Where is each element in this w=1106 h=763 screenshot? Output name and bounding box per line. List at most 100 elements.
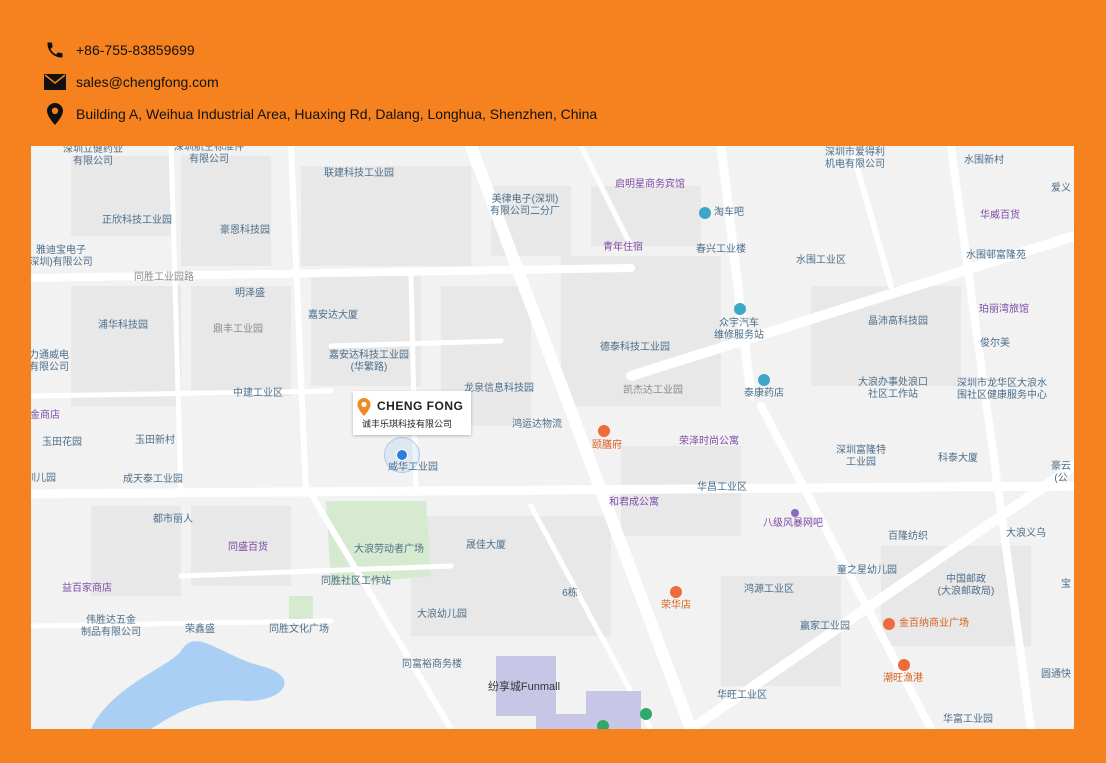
- map-label[interactable]: 德泰科技工业园: [600, 342, 670, 354]
- map-label[interactable]: 豪云 (公: [1051, 461, 1071, 485]
- map-label[interactable]: 同胜社区工作站: [321, 576, 391, 588]
- map-label[interactable]: 深圳立健药业 有限公司: [63, 146, 123, 168]
- map-label[interactable]: 百隆纺织: [888, 531, 928, 543]
- map-label[interactable]: 荣华店: [661, 600, 691, 612]
- map-label[interactable]: 雅迪宝电子 深圳)有限公司: [31, 245, 93, 269]
- store-icon[interactable]: [670, 586, 682, 598]
- map-label[interactable]: 嘉安达大厦: [308, 310, 358, 322]
- map-label[interactable]: 鸿运达物流: [512, 419, 562, 431]
- map-label[interactable]: 荣泽时尚公寓: [679, 436, 739, 448]
- company-marker-card[interactable]: CHENG FONG 诚丰乐琪科技有限公司: [353, 391, 471, 435]
- street-address: Building A, Weihua Industrial Area, Huax…: [76, 106, 598, 122]
- map-label[interactable]: 晶沛高科技园: [868, 316, 928, 328]
- map-label[interactable]: 春兴工业楼: [696, 244, 746, 256]
- lake: [91, 641, 285, 729]
- map-label[interactable]: 大浪义乌: [1006, 528, 1046, 540]
- map-label[interactable]: 伟胜达五金 制品有限公司: [81, 615, 141, 639]
- map-label[interactable]: 青年住宿: [603, 242, 643, 254]
- map-label[interactable]: 凯杰达工业园: [623, 385, 683, 397]
- map-label[interactable]: 深圳富隆特 工业园: [836, 445, 886, 469]
- map-label[interactable]: 同富裕商务楼: [402, 659, 462, 671]
- map-label[interactable]: 深圳市爱得利 机电有限公司: [825, 147, 885, 171]
- map-label[interactable]: 水围工业区: [796, 255, 846, 267]
- map-label[interactable]: 华威百货: [980, 210, 1020, 222]
- map-label[interactable]: 玉田花园: [42, 437, 82, 449]
- map-label[interactable]: 豪恩科技园: [220, 225, 270, 237]
- map-label[interactable]: 益百家商店: [62, 583, 112, 595]
- map-label[interactable]: 晟佳大厦: [466, 540, 506, 552]
- map-label[interactable]: 美律电子(深圳) 有限公司二分厂: [490, 194, 560, 218]
- map-label[interactable]: 深圳市龙华区大浪水 围社区健康服务中心: [957, 378, 1047, 402]
- mall-entrance-icon-2[interactable]: [597, 720, 609, 729]
- map-label[interactable]: 都市丽人: [153, 514, 193, 526]
- map-label[interactable]: 中建工业区: [233, 388, 283, 400]
- internet-cafe-icon[interactable]: [791, 509, 799, 517]
- map-label[interactable]: 同盛百货: [228, 542, 268, 554]
- map-label[interactable]: 童之星幼儿园: [837, 565, 897, 577]
- map-label[interactable]: 鼎丰工业园: [213, 324, 263, 336]
- address-row: Building A, Weihua Industrial Area, Huax…: [44, 98, 597, 130]
- map-label[interactable]: 荣鑫盛: [185, 624, 215, 636]
- phone-number[interactable]: +86-755-83859699: [76, 42, 195, 58]
- map-label[interactable]: 嘉安达科技工业园 (华繁路): [329, 350, 409, 374]
- map-label[interactable]: 潮旺渔港: [883, 673, 923, 685]
- map-label[interactable]: 华富工业园: [943, 714, 993, 726]
- map-base: [31, 146, 1074, 729]
- map-label[interactable]: 宝: [1061, 579, 1071, 591]
- marker-company-name: 诚丰乐琪科技有限公司: [362, 419, 453, 429]
- restaurant-icon[interactable]: [598, 425, 610, 437]
- map-label[interactable]: 众宇汽车 维修服务站: [714, 318, 764, 342]
- current-location-dot[interactable]: [396, 449, 408, 461]
- contact-info: +86-755-83859699 sales@chengfong.com Bui…: [44, 34, 597, 130]
- map-label[interactable]: 同胜文化广场: [269, 624, 329, 636]
- email-address[interactable]: sales@chengfong.com: [76, 74, 219, 90]
- map-label[interactable]: 金商店: [31, 410, 60, 422]
- car-repair-icon[interactable]: [734, 303, 746, 315]
- shopping-icon[interactable]: [883, 618, 895, 630]
- map-label[interactable]: 赢家工业园: [800, 621, 850, 633]
- map-label[interactable]: 力通威电 有限公司: [31, 350, 69, 374]
- map-label[interactable]: 深圳航空标准件 有限公司: [174, 146, 244, 166]
- location-map[interactable]: 深圳立健药业 有限公司 深圳航空标准件 有限公司联建科技工业园美律电子(深圳) 有限公司…: [31, 146, 1074, 729]
- car-service-icon[interactable]: [699, 207, 711, 219]
- map-label[interactable]: 科泰大厦: [938, 453, 978, 465]
- map-label[interactable]: 俊尔美: [980, 338, 1010, 350]
- map-label[interactable]: 联建科技工业园: [324, 168, 394, 180]
- seafood-restaurant-icon[interactable]: [898, 659, 910, 671]
- email-row[interactable]: sales@chengfong.com: [44, 66, 597, 98]
- map-label[interactable]: 水围新村: [964, 155, 1004, 167]
- map-label[interactable]: 训儿园: [31, 473, 56, 485]
- map-label[interactable]: 水围邨富隆苑: [966, 250, 1026, 262]
- map-label[interactable]: 大浪幼儿园: [417, 609, 467, 621]
- marker-brand: CHENG FONG: [377, 399, 464, 413]
- map-label[interactable]: 玉田新村: [135, 435, 175, 447]
- map-label[interactable]: 珀丽湾旅馆: [979, 304, 1029, 316]
- map-label[interactable]: 华昌工业区: [697, 482, 747, 494]
- map-label[interactable]: 大浪办事处浪口 社区工作站: [858, 377, 928, 401]
- pharmacy-icon[interactable]: [758, 374, 770, 386]
- map-label[interactable]: 圆通快: [1041, 669, 1071, 681]
- mall-entrance-icon[interactable]: [640, 708, 652, 720]
- map-label[interactable]: 颐膳府: [592, 440, 622, 452]
- map-label[interactable]: 和君成公寓: [609, 497, 659, 509]
- map-label[interactable]: 大浪劳动者广场: [354, 544, 424, 556]
- map-label[interactable]: 淘车吧: [714, 207, 744, 219]
- map-label[interactable]: 成天泰工业园: [123, 474, 183, 486]
- map-label[interactable]: 6栋: [562, 588, 578, 600]
- map-label[interactable]: 泰康药店: [744, 388, 784, 400]
- phone-row[interactable]: +86-755-83859699: [44, 34, 597, 66]
- map-label[interactable]: 金百纳商业广场: [899, 618, 969, 630]
- map-label[interactable]: 龙泉信息科技园: [464, 383, 534, 395]
- map-label[interactable]: 纷享城Funmall: [488, 681, 560, 693]
- map-label[interactable]: 正欣科技工业园: [102, 215, 172, 227]
- map-label[interactable]: 八级风暴网吧: [763, 518, 823, 530]
- map-label[interactable]: 中国邮政 (大浪邮政局): [938, 574, 995, 598]
- map-label[interactable]: 爱义: [1051, 183, 1071, 195]
- map-label[interactable]: 鸿源工业区: [744, 584, 794, 596]
- phone-icon: [44, 39, 66, 61]
- map-label[interactable]: 同胜工业园路: [134, 272, 194, 284]
- map-label[interactable]: 浦华科技园: [98, 320, 148, 332]
- map-label[interactable]: 华旺工业区: [717, 690, 767, 702]
- map-label[interactable]: 明泽盛: [235, 288, 265, 300]
- map-label[interactable]: 启明星商务宾馆: [615, 179, 685, 191]
